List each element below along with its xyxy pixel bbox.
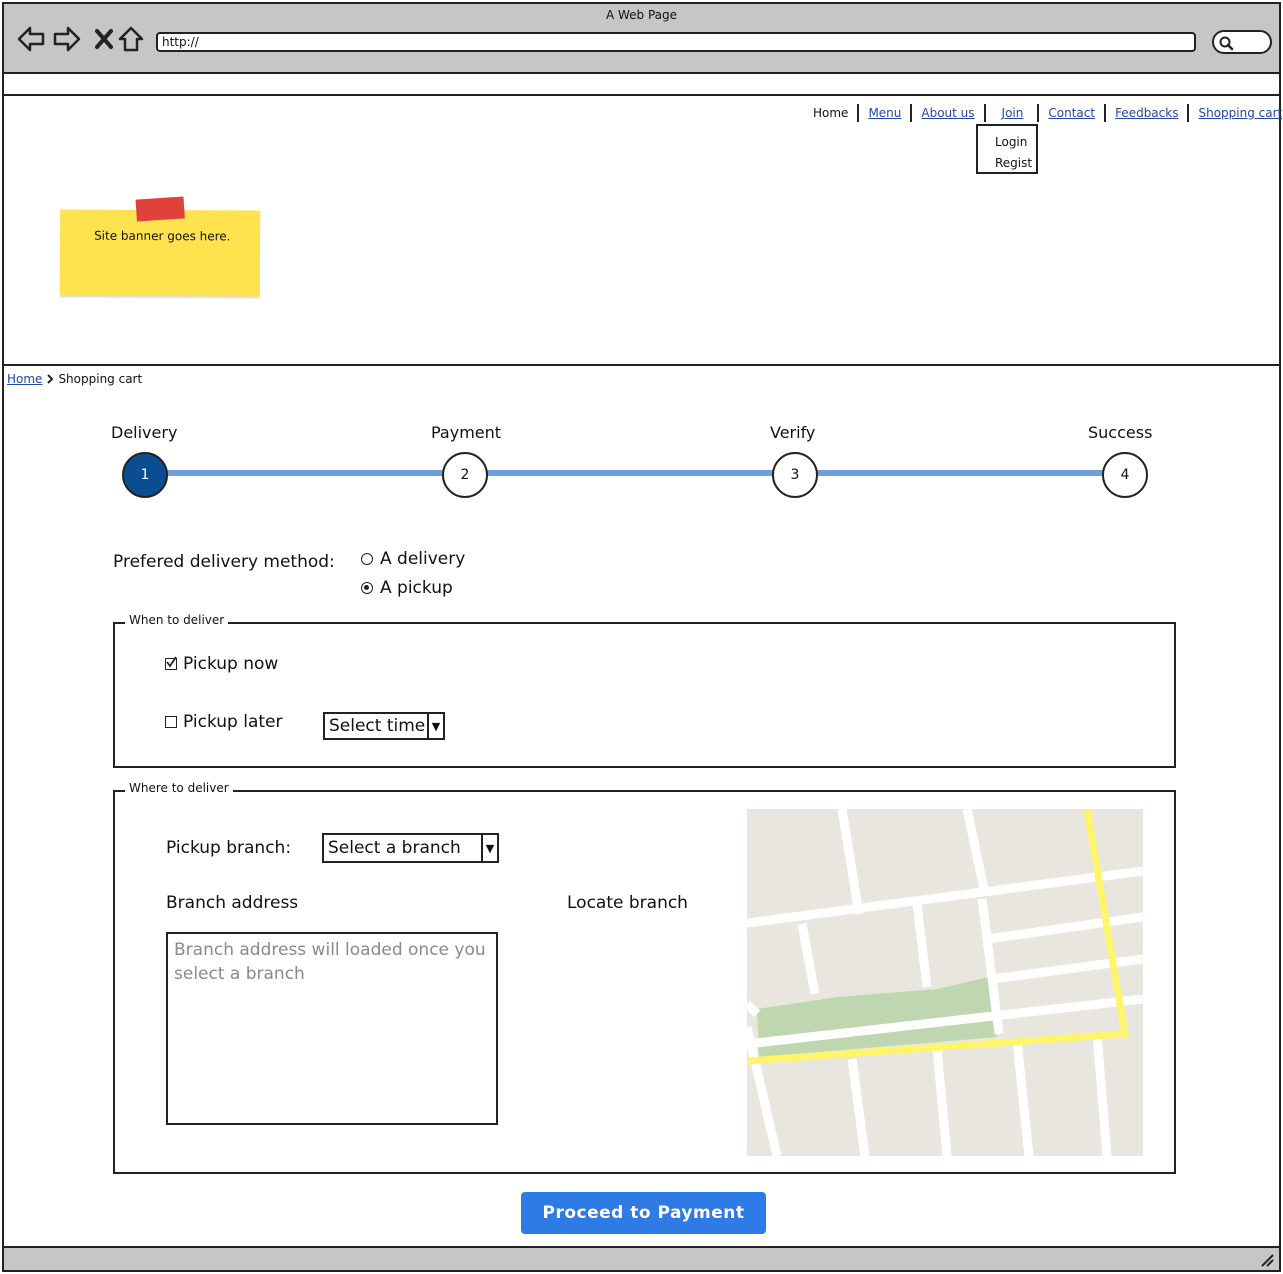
branch-select[interactable]: Select a branch ▼ [322,833,499,863]
checkbox-checked-icon[interactable] [165,656,177,670]
nav-item-menu[interactable]: Menu [859,104,913,122]
resize-grip-icon[interactable] [1259,1252,1275,1268]
forward-arrow-icon[interactable] [52,24,82,54]
window-title: A Web Page [605,8,678,22]
nav-item-home[interactable]: Home [804,104,860,122]
where-legend: Where to deliver [125,781,233,795]
browser-window: A Web Page http:// Home Menu About us Jo… [2,2,1282,1272]
banner-text: Site banner goes here. [94,228,231,244]
browser-status-bar [4,1246,1279,1270]
step-circle-1[interactable]: 1 [122,452,168,498]
pickup-branch-label: Pickup branch: [166,838,292,858]
when-to-deliver-group: When to deliver Pickup now Pickup later … [113,613,1176,768]
nav-item-feedbacks[interactable]: Feedbacks [1106,104,1190,122]
tape-decoration [135,196,185,222]
step-circle-2[interactable]: 2 [442,452,488,498]
bookmarks-bar [4,76,1279,96]
browser-search-field[interactable] [1212,30,1272,54]
map-streets-image [747,809,1143,1156]
step-circle-4[interactable]: 4 [1102,452,1148,498]
radio-pickup[interactable]: A pickup [361,578,453,598]
breadcrumb-current: Shopping cart [58,372,143,386]
breadcrumb-home-link[interactable]: Home [7,372,42,386]
branch-address-label: Branch address [166,893,299,913]
join-dropdown-menu: Login Regist [976,124,1038,174]
delivery-method-label: Prefered delivery method: [113,552,335,572]
time-select[interactable]: Select time ▼ [323,712,445,740]
step-label-delivery: Delivery [111,423,178,442]
url-input[interactable]: http:// [156,32,1196,52]
branch-address-textarea[interactable]: Branch address will loaded once you sele… [166,932,498,1125]
menu-item-login[interactable]: Login [978,132,1036,153]
nav-item-contact[interactable]: Contact [1039,104,1107,122]
nav-item-join[interactable]: Join [986,104,1040,122]
back-arrow-icon[interactable] [16,24,46,54]
menu-item-register[interactable]: Regist [978,153,1036,174]
dropdown-arrow-icon[interactable]: ▼ [427,714,443,738]
pickup-later-checkbox[interactable]: Pickup later [165,712,283,732]
site-banner-note: Site banner goes here. [59,196,261,297]
locate-branch-label: Locate branch [567,893,688,913]
step-circle-3[interactable]: 3 [772,452,818,498]
when-legend: When to deliver [125,613,229,627]
radio-button[interactable] [361,553,373,565]
nav-item-about[interactable]: About us [912,104,986,122]
main-navigation: Home Menu About us Join Contact Feedback… [804,102,1282,124]
browser-toolbar: A Web Page http:// [4,4,1279,74]
radio-delivery[interactable]: A delivery [361,549,465,569]
stepper-progress-line [147,470,1127,476]
magnifier-icon [1219,36,1234,51]
branch-map[interactable] [747,809,1143,1156]
step-label-success: Success [1088,423,1153,442]
chevron-right-icon [47,374,54,384]
step-label-verify: Verify [770,423,816,442]
nav-item-shopping-cart[interactable]: Shopping cart [1189,104,1283,122]
proceed-to-payment-button[interactable]: Proceed to Payment [521,1192,766,1234]
header-divider [4,364,1279,366]
radio-button-selected[interactable] [361,582,373,594]
dropdown-arrow-icon[interactable]: ▼ [481,835,497,861]
checkbox-unchecked-icon[interactable] [165,716,177,728]
home-icon[interactable] [116,24,146,54]
step-label-payment: Payment [431,423,502,442]
pickup-now-checkbox[interactable]: Pickup now [165,654,278,674]
breadcrumb: Home Shopping cart [7,372,142,386]
